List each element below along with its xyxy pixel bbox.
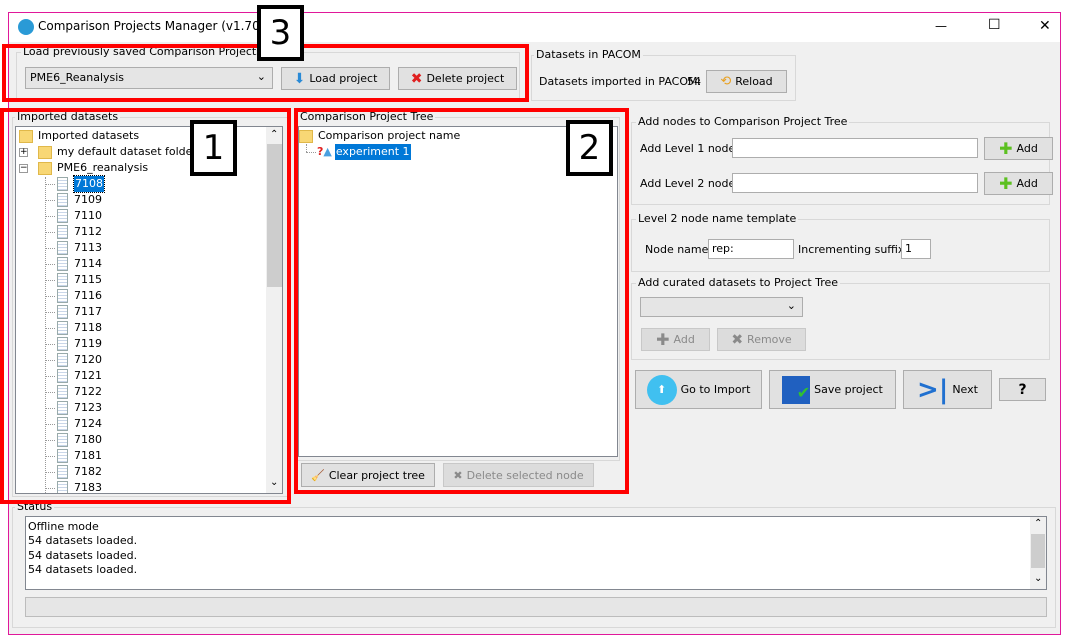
status-line: 54 datasets loaded.: [28, 549, 138, 562]
help-button[interactable]: ?: [999, 378, 1046, 401]
button-label: Next: [952, 383, 978, 396]
chevron-down-icon: ⌄: [786, 299, 796, 312]
button-label: Remove: [747, 333, 792, 346]
reload-button[interactable]: ⟲ Reload: [706, 70, 787, 93]
scroll-down-icon[interactable]: ⌄: [1034, 573, 1042, 584]
status-line: 54 datasets loaded.: [28, 534, 138, 547]
annotation-label-3: 3: [257, 5, 304, 61]
next-icon: >|: [917, 374, 949, 405]
plus-icon: ✚: [999, 139, 1013, 158]
suffix-input[interactable]: 1: [901, 239, 931, 259]
button-label: Save project: [814, 383, 883, 396]
suffix-label: Incrementing suffix:: [798, 243, 909, 256]
status-scrollbar[interactable]: ⌃ ⌄: [1030, 517, 1046, 589]
curated-dataset-select[interactable]: ⌄: [640, 297, 803, 317]
import-icon: ⬆: [646, 374, 677, 405]
go-to-import-button[interactable]: ⬆ Go to Import: [635, 370, 762, 409]
group-label: Add curated datasets to Project Tree: [636, 276, 841, 289]
scroll-up-icon[interactable]: ⌃: [1034, 518, 1042, 529]
app-icon: [18, 19, 34, 35]
level2-node-input[interactable]: [732, 173, 978, 193]
level1-label: Add Level 1 node:: [640, 142, 739, 155]
progress-bar: [25, 597, 1047, 617]
button-label: Add: [1016, 142, 1038, 155]
pacom-count: 54: [687, 75, 701, 88]
status-log[interactable]: Offline mode 54 datasets loaded. 54 data…: [25, 516, 1047, 590]
button-label: Add: [673, 333, 695, 346]
highlight-box-1: [0, 108, 291, 504]
group-label: Level 2 node name template: [636, 212, 799, 225]
node-name-input[interactable]: rep:: [708, 239, 794, 259]
pacom-count-label: Datasets imported in PACOM:: [539, 75, 702, 88]
node-name-label: Node name:: [645, 243, 713, 256]
add-level1-button[interactable]: ✚ Add: [984, 137, 1053, 160]
annotation-label-2: 2: [566, 120, 613, 176]
status-line: Offline mode: [28, 520, 99, 533]
next-button[interactable]: >| Next: [903, 370, 992, 409]
button-label: Add: [1016, 177, 1038, 190]
status-line: 54 datasets loaded.: [28, 563, 138, 576]
window-title: Comparison Projects Manager (v1.70): [38, 19, 265, 33]
minimize-button[interactable]: —: [935, 19, 947, 33]
remove-icon: ✖: [731, 331, 744, 348]
group-label: Datasets in PACOM: [534, 48, 643, 61]
title-bar: Comparison Projects Manager (v1.70) — ☐ …: [9, 13, 1060, 42]
save-project-button[interactable]: ✔ Save project: [769, 370, 896, 409]
annotation-label-1: 1: [190, 120, 237, 176]
level1-node-input[interactable]: [732, 138, 978, 158]
button-label: Go to Import: [680, 383, 751, 396]
add-curated-button[interactable]: ✚ Add: [641, 328, 710, 351]
button-label: Reload: [735, 75, 773, 88]
save-icon: ✔: [782, 375, 811, 404]
plus-icon: ✚: [656, 330, 670, 349]
reload-icon: ⟲: [720, 74, 732, 89]
maximize-button[interactable]: ☐: [988, 17, 1001, 33]
group-label: Add nodes to Comparison Project Tree: [636, 115, 850, 128]
plus-icon: ✚: [999, 174, 1013, 193]
level2-label: Add Level 2 node:: [640, 177, 739, 190]
remove-curated-button[interactable]: ✖ Remove: [717, 328, 806, 351]
close-button[interactable]: ✕: [1039, 18, 1051, 34]
add-level2-button[interactable]: ✚ Add: [984, 172, 1053, 195]
scroll-thumb[interactable]: [1031, 534, 1045, 568]
